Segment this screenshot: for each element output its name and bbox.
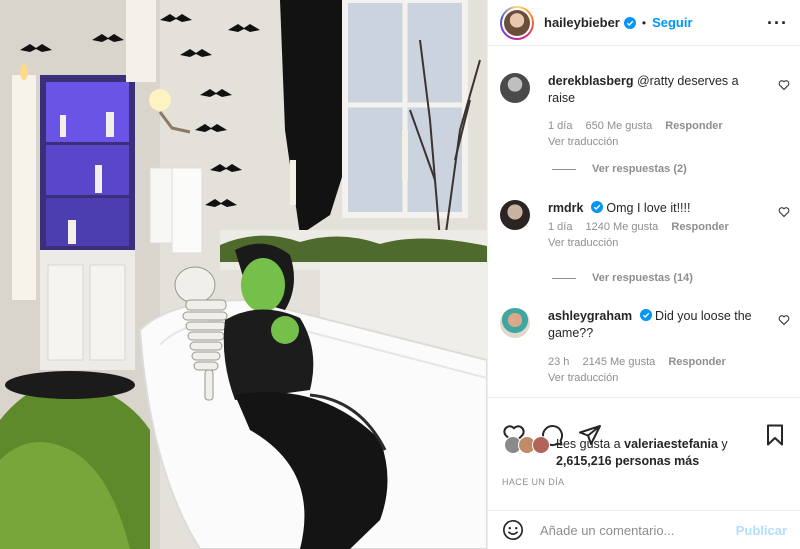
- liker-avatar: [532, 436, 550, 454]
- author-avatar[interactable]: [500, 5, 534, 40]
- likes-text: Les gusta a valeriaestefania y 2,615,216…: [556, 436, 728, 470]
- likes-summary[interactable]: Les gusta a valeriaestefania y 2,615,216…: [504, 436, 794, 470]
- comment-like-count[interactable]: 650 Me gusta: [586, 120, 653, 132]
- likes-count[interactable]: 2,615,216 personas más: [556, 454, 699, 468]
- reply-button[interactable]: Responder: [671, 221, 728, 233]
- add-comment-bar: Publicar: [488, 510, 800, 549]
- author-username[interactable]: haileybieber: [544, 15, 620, 30]
- liker-avatars: [504, 436, 552, 456]
- comment-text: Omg I love it!!!!: [606, 201, 691, 215]
- comment-time[interactable]: 1 día: [548, 120, 572, 132]
- follow-button[interactable]: Seguir: [652, 15, 692, 30]
- likes-prefix: Les gusta a: [556, 437, 621, 451]
- heart-icon[interactable]: [778, 314, 790, 326]
- reply-button[interactable]: Responder: [668, 356, 725, 368]
- comment-item: derekblasberg @ratty deserves a raise 1 …: [500, 73, 790, 148]
- commenter-avatar[interactable]: [500, 308, 530, 338]
- likes-user[interactable]: valeriaestefania: [624, 437, 718, 451]
- post-side-panel: haileybieber • Seguir ··· derekblasberg …: [487, 0, 800, 549]
- translate-link[interactable]: Ver traducción: [548, 372, 790, 384]
- view-replies-button[interactable]: Ver respuestas (14): [552, 272, 693, 284]
- comment-item: rmdrk Omg I love it!!!! 1 día 1240 Me gu…: [500, 200, 790, 249]
- more-options-icon[interactable]: ···: [767, 14, 788, 32]
- separator-dot: •: [641, 15, 647, 30]
- comment-time[interactable]: 23 h: [548, 356, 569, 368]
- view-replies-button[interactable]: Ver respuestas (2): [552, 163, 687, 175]
- publish-button[interactable]: Publicar: [736, 523, 787, 538]
- heart-icon[interactable]: [778, 206, 790, 218]
- comment-input[interactable]: [540, 522, 736, 538]
- emoji-icon[interactable]: [502, 519, 524, 541]
- view-replies-label: Ver respuestas (14): [592, 272, 693, 284]
- post-header: haileybieber • Seguir ···: [488, 0, 800, 46]
- post-timestamp[interactable]: HACE UN DÍA: [502, 477, 564, 487]
- verified-badge-icon: [590, 201, 603, 213]
- verified-badge-icon: [639, 309, 652, 321]
- reply-button[interactable]: Responder: [665, 120, 722, 132]
- post-image: [0, 0, 487, 549]
- comment-list[interactable]: derekblasberg @ratty deserves a raise 1 …: [488, 47, 800, 397]
- commenter-avatar[interactable]: [500, 200, 530, 230]
- comment-time[interactable]: 1 día: [548, 221, 572, 233]
- comment-username[interactable]: derekblasberg: [548, 74, 633, 88]
- verified-badge-icon: [623, 16, 636, 29]
- comment-username[interactable]: ashleygraham: [548, 309, 632, 323]
- translate-link[interactable]: Ver traducción: [548, 136, 790, 148]
- translate-link[interactable]: Ver traducción: [548, 237, 790, 249]
- comment-username[interactable]: rmdrk: [548, 201, 583, 215]
- replies-divider: [552, 277, 576, 279]
- comment-like-count[interactable]: 1240 Me gusta: [586, 221, 659, 233]
- comment-item: ashleygraham Did you loose the game?? 23…: [500, 308, 790, 384]
- commenter-avatar[interactable]: [500, 73, 530, 103]
- replies-divider: [552, 168, 576, 170]
- likes-connector: y: [721, 437, 728, 451]
- comment-like-count[interactable]: 2145 Me gusta: [582, 356, 655, 368]
- heart-icon[interactable]: [778, 79, 790, 91]
- view-replies-label: Ver respuestas (2): [592, 163, 687, 175]
- post-photo[interactable]: [0, 0, 487, 549]
